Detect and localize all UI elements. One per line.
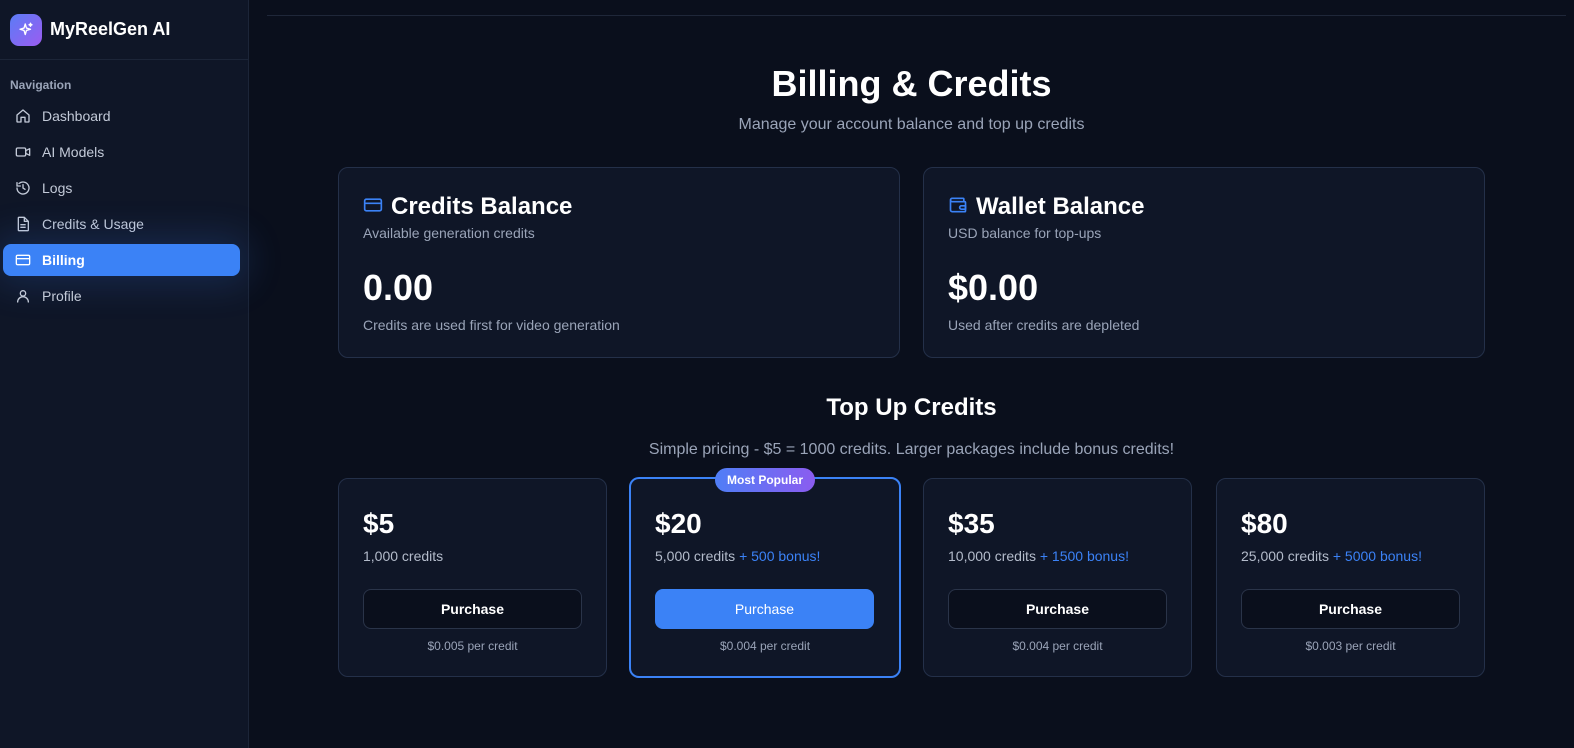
- purchase-button[interactable]: Purchase: [948, 589, 1167, 629]
- video-camera-icon: [15, 144, 31, 160]
- package-card-80: $80 25,000 credits + 5000 bonus! Purchas…: [1216, 478, 1485, 677]
- bonus-text: + 5000 bonus!: [1332, 548, 1422, 564]
- package-price: $80: [1241, 508, 1288, 539]
- per-credit-price: $0.004 per credit: [719, 639, 811, 653]
- credits-amount: 10,000 credits: [948, 548, 1036, 564]
- sidebar-item-credits-usage[interactable]: Credits & Usage: [3, 208, 240, 240]
- sidebar-item-label: Profile: [42, 288, 82, 304]
- package-price: $20: [655, 508, 702, 539]
- bonus-text: + 1500 bonus!: [1039, 548, 1129, 564]
- card-description: USD balance for top-ups: [948, 225, 1102, 241]
- credits-amount: 25,000 credits: [1241, 548, 1329, 564]
- per-credit-price: $0.004 per credit: [1012, 639, 1103, 653]
- package-credits: 5,000 credits + 500 bonus!: [655, 548, 820, 564]
- sidebar-item-label: AI Models: [42, 144, 105, 160]
- bonus-text: + 500 bonus!: [739, 548, 821, 564]
- sidebar-item-ai-models[interactable]: AI Models: [3, 136, 240, 168]
- card-note: Used after credits are depleted: [948, 317, 1140, 333]
- card-header: Wallet Balance: [948, 193, 1145, 221]
- sidebar-item-label: Credits & Usage: [42, 216, 144, 232]
- card-note: Credits are used first for video generat…: [363, 317, 620, 333]
- sidebar-item-label: Billing: [42, 252, 85, 268]
- card-title: Credits Balance: [391, 193, 573, 220]
- wallet-balance-value: $0.00: [948, 267, 1039, 308]
- purchase-button[interactable]: Purchase: [363, 589, 582, 629]
- credit-card-icon: [363, 195, 383, 220]
- per-credit-price: $0.003 per credit: [1305, 639, 1396, 653]
- most-popular-badge: Most Popular: [714, 468, 816, 492]
- package-card-35: $35 10,000 credits + 1500 bonus! Purchas…: [923, 478, 1192, 677]
- card-header: Credits Balance: [363, 193, 572, 221]
- sidebar-item-label: Logs: [42, 180, 73, 196]
- brand[interactable]: MyReelGen AI: [0, 0, 248, 60]
- package-price: $35: [948, 508, 995, 539]
- sidebar-item-logs[interactable]: Logs: [3, 172, 240, 204]
- purchase-button[interactable]: Purchase: [1241, 589, 1460, 629]
- sidebar: MyReelGen AI Navigation Dashboard AI Mod…: [0, 0, 249, 748]
- page-subtitle: Manage your account balance and top up c…: [738, 116, 1085, 133]
- main-content: Billing & Credits Manage your account ba…: [249, 0, 1574, 748]
- topup-title: Top Up Credits: [826, 394, 997, 421]
- credits-balance-card: Credits Balance Available generation cre…: [338, 167, 900, 358]
- nav-heading: Navigation: [10, 78, 72, 92]
- package-card-20: Most Popular $20 5,000 credits + 500 bon…: [629, 468, 901, 678]
- user-icon: [15, 288, 31, 304]
- sidebar-item-billing[interactable]: Billing: [3, 244, 240, 276]
- credits-balance-value: 0.00: [363, 267, 434, 308]
- sparkles-logo-icon: [10, 13, 42, 46]
- credits-amount: 5,000 credits: [655, 548, 736, 564]
- home-icon: [15, 108, 31, 124]
- sidebar-item-dashboard[interactable]: Dashboard: [3, 100, 240, 132]
- per-credit-price: $0.005 per credit: [427, 639, 518, 653]
- package-price: $5: [363, 508, 395, 539]
- package-card-5: $5 1,000 credits Purchase $0.005 per cre…: [338, 478, 607, 677]
- app-name: MyReelGen AI: [50, 19, 171, 39]
- document-icon: [15, 216, 31, 232]
- credits-amount: 1,000 credits: [363, 548, 444, 564]
- topup-subtitle: Simple pricing - $5 = 1000 credits. Larg…: [648, 441, 1175, 458]
- divider: [267, 15, 1566, 16]
- package-credits: 1,000 credits: [363, 548, 443, 564]
- card-title: Wallet Balance: [976, 193, 1145, 220]
- package-credits: 10,000 credits + 1500 bonus!: [948, 548, 1129, 564]
- wallet-balance-card: Wallet Balance USD balance for top-ups $…: [923, 167, 1485, 358]
- sidebar-item-profile[interactable]: Profile: [3, 280, 240, 312]
- page-title: Billing & Credits: [771, 63, 1052, 104]
- sidebar-item-label: Dashboard: [42, 108, 111, 124]
- wallet-icon: [948, 195, 968, 220]
- history-icon: [15, 180, 31, 196]
- package-credits: 25,000 credits + 5000 bonus!: [1241, 548, 1422, 564]
- credit-card-icon: [15, 252, 31, 268]
- purchase-button[interactable]: Purchase: [655, 589, 874, 629]
- card-description: Available generation credits: [363, 225, 535, 241]
